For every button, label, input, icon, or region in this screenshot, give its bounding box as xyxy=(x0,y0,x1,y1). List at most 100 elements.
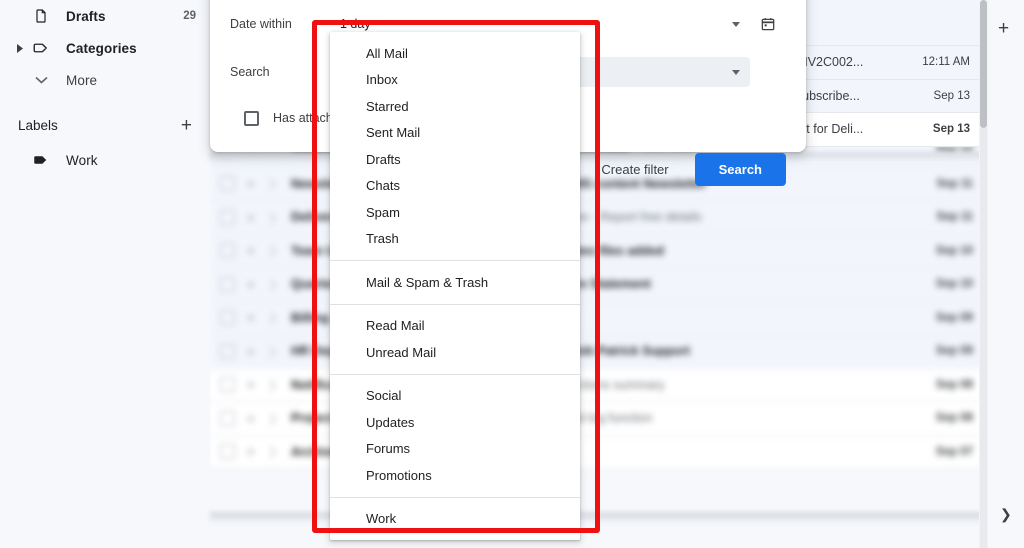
date-within-label: Date within xyxy=(230,17,292,31)
row-date: Sep 11 xyxy=(936,177,973,190)
menu-item[interactable]: Inbox xyxy=(330,67,580,94)
menu-item[interactable]: Drafts xyxy=(330,146,580,173)
chevron-right-icon[interactable] xyxy=(12,43,28,53)
important-marker-icon[interactable]: ❯ xyxy=(268,412,279,425)
label-icon xyxy=(28,39,54,57)
toolbar-strip-bottom xyxy=(210,512,985,522)
chevron-down-icon[interactable] xyxy=(732,70,740,75)
gmail-screen: ★❯Amazon.comYour Amazon.com order of "Wi… xyxy=(0,0,1024,548)
row-checkbox[interactable] xyxy=(220,343,235,359)
sidebar-item-label: Drafts xyxy=(66,8,106,24)
table-row[interactable]: unsubscribe... Sep 13 xyxy=(780,79,985,113)
sidebar-item-label: More xyxy=(66,72,98,88)
mail-list-visible-rows: ld: NV2C002... 12:11 AM unsubscribe... Sep … xyxy=(780,0,985,150)
sidebar-item-categories[interactable]: Categories xyxy=(0,32,210,64)
row-checkbox[interactable] xyxy=(220,377,235,393)
star-icon[interactable]: ★ xyxy=(245,445,258,458)
row-checkbox[interactable] xyxy=(220,444,235,460)
labels-section-header: Labels + xyxy=(0,110,210,140)
important-marker-icon[interactable]: ❯ xyxy=(268,378,279,391)
menu-item[interactable]: Starred xyxy=(330,93,580,120)
star-icon[interactable]: ★ xyxy=(245,211,258,224)
tag-icon xyxy=(28,151,54,169)
row-checkbox[interactable] xyxy=(220,410,235,426)
table-row[interactable]: ★❯NotificationsConfirmation Required - A… xyxy=(210,368,985,402)
menu-item[interactable]: Spam xyxy=(330,199,580,226)
menu-item[interactable]: Forums xyxy=(330,436,580,463)
menu-item[interactable]: Unread Mail xyxy=(330,339,580,366)
table-row[interactable]: - Out for Deli... Sep 13 xyxy=(780,113,985,147)
search-scope-label: Search xyxy=(230,65,270,79)
row-date: Sep 08 xyxy=(935,412,973,425)
row-checkbox[interactable] xyxy=(220,209,235,225)
row-date: Sep 10 xyxy=(935,278,973,291)
sidebar-item-label: Categories xyxy=(66,40,137,56)
right-side-panel: + ❯ xyxy=(988,0,1024,548)
menu-item[interactable]: Mail & Spam & Trash xyxy=(330,269,580,296)
menu-separator xyxy=(330,373,580,375)
row-date: Sep 09 xyxy=(935,311,973,324)
labels-title: Labels xyxy=(18,117,58,133)
scrollbar-thumb[interactable] xyxy=(980,0,987,128)
row-checkbox[interactable] xyxy=(220,276,235,292)
row-checkbox[interactable] xyxy=(220,243,235,259)
menu-item[interactable]: All Mail xyxy=(330,40,580,67)
search-button[interactable]: Search xyxy=(694,152,786,186)
row-date: Sep 10 xyxy=(935,244,973,257)
sidebar-label-work[interactable]: Work xyxy=(0,144,210,176)
sidebar-item-more[interactable]: More xyxy=(0,64,210,96)
table-row[interactable]: ★❯HR DepartmentGift Card Issues Accrual … xyxy=(210,335,985,369)
table-row[interactable]: ★❯ArchiveMonthly reportSep 07 xyxy=(210,435,985,469)
important-marker-icon[interactable]: ❯ xyxy=(268,278,279,291)
star-icon[interactable]: ★ xyxy=(245,345,258,358)
plus-icon[interactable]: + xyxy=(998,19,1009,38)
chevron-down-icon[interactable] xyxy=(732,22,740,27)
important-marker-icon[interactable]: ❯ xyxy=(268,345,279,358)
row-date: 12:11 AM xyxy=(922,56,970,69)
menu-separator xyxy=(330,303,580,305)
table-row[interactable]: ★❯BillingInvoice attachedSep 09 xyxy=(210,301,985,335)
row-date: Sep 11 xyxy=(936,211,973,224)
menu-item[interactable]: Read Mail xyxy=(330,313,580,340)
row-date: Sep 09 xyxy=(935,345,973,358)
important-marker-icon[interactable]: ❯ xyxy=(268,244,279,257)
calendar-icon[interactable] xyxy=(750,16,786,32)
menu-item[interactable]: Trash xyxy=(330,226,580,253)
important-marker-icon[interactable]: ❯ xyxy=(268,445,279,458)
menu-item[interactable]: Sent Mail xyxy=(330,120,580,147)
star-icon[interactable]: ★ xyxy=(245,311,258,324)
important-marker-icon[interactable]: ❯ xyxy=(268,211,279,224)
row-date: Sep 13 xyxy=(932,123,970,136)
menu-separator xyxy=(330,496,580,498)
star-icon[interactable]: ★ xyxy=(245,412,258,425)
row-date: Sep 13 xyxy=(933,89,970,102)
date-within-value: 1 day xyxy=(340,17,371,31)
table-row[interactable]: ★❯QuarterlyAccount Statement Prepare Sta… xyxy=(210,268,985,302)
search-scope-dropdown-menu[interactable]: All Mail Inbox Starred Sent Mail Drafts Chats… xyxy=(330,32,580,540)
menu-separator xyxy=(330,260,580,261)
important-marker-icon[interactable]: ❯ xyxy=(268,311,279,324)
menu-item[interactable]: Updates xyxy=(330,409,580,436)
table-row[interactable]: ★❯Project TeamProject Database task - an… xyxy=(210,402,985,436)
menu-item[interactable]: Promotions xyxy=(330,462,580,489)
sidebar-item-drafts[interactable]: Drafts 29 xyxy=(0,0,210,32)
row-checkbox[interactable] xyxy=(220,310,235,326)
create-filter-button[interactable]: Create filter xyxy=(597,154,672,185)
menu-item[interactable]: Chats xyxy=(330,173,580,200)
chevron-down-icon xyxy=(28,76,54,84)
mail-row-partial[interactable] xyxy=(780,0,985,46)
row-date: Sep 07 xyxy=(935,445,973,458)
table-row[interactable]: ★❯Team UpdatesThe matte meeting template… xyxy=(210,234,985,268)
star-icon[interactable]: ★ xyxy=(245,278,258,291)
has-attachment-checkbox[interactable] xyxy=(244,110,259,126)
menu-item[interactable]: Social xyxy=(330,383,580,410)
table-row[interactable]: ★❯DeliveryOrder 386 1827930695 - Live - … xyxy=(210,201,985,235)
star-icon[interactable]: ★ xyxy=(245,244,258,257)
star-icon[interactable]: ★ xyxy=(245,378,258,391)
add-label-button[interactable]: + xyxy=(181,116,192,135)
menu-item[interactable]: Work xyxy=(330,506,580,533)
table-row[interactable]: ld: NV2C002... 12:11 AM xyxy=(780,46,985,80)
draft-icon xyxy=(28,8,54,24)
scrollbar-track-lower[interactable] xyxy=(980,128,987,548)
chevron-right-icon[interactable]: ❯ xyxy=(1000,507,1012,521)
